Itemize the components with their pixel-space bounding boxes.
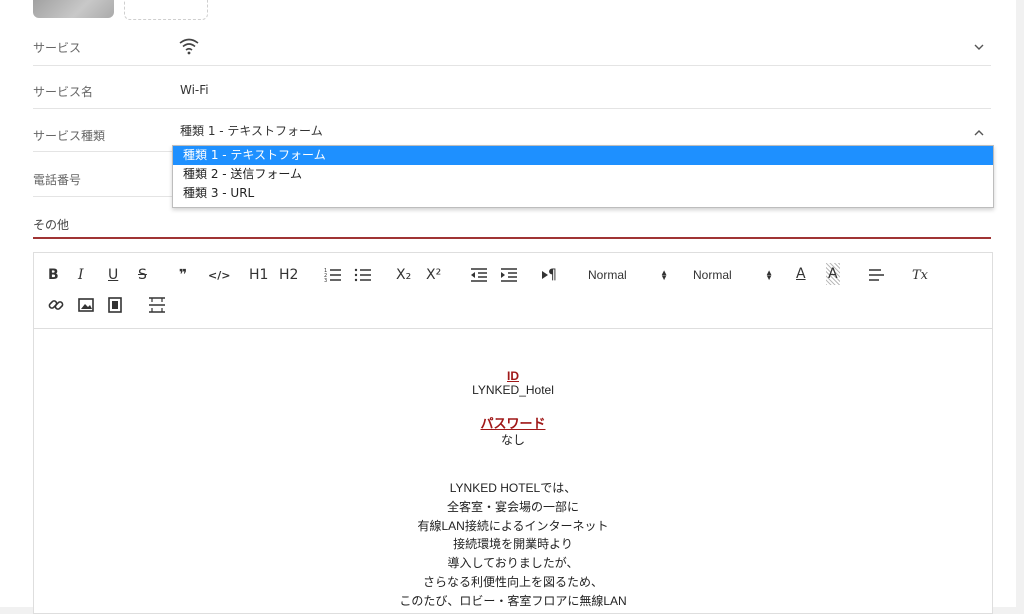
text-direction-label: ¶ — [548, 267, 557, 283]
text-direction-button[interactable]: ¶ — [542, 264, 557, 286]
h2-button[interactable]: H2 — [279, 264, 298, 286]
form-panel: サービス サービス名 Wi-Fi サービス種類 種類 1 - テキストフォーム … — [0, 0, 1016, 614]
blockquote-button[interactable]: ❞ — [179, 264, 187, 286]
font-select-label: Normal — [588, 268, 627, 282]
other-underline — [33, 237, 991, 239]
svg-text:3: 3 — [324, 278, 327, 283]
chevron-up-icon[interactable] — [973, 127, 985, 139]
paragraph-line: LYNKED HOTELでは、 — [449, 481, 577, 495]
select-arrows-icon: ▲ ▼ — [765, 268, 773, 282]
bullet-list-icon[interactable] — [354, 264, 372, 286]
chevron-down-icon[interactable] — [973, 41, 985, 53]
background-color-button[interactable]: A — [826, 263, 840, 285]
password-value: なし — [500, 433, 525, 447]
editor-toolbar: B I U S ❞ </> H1 H2 123 X₂ X² ¶ Normal ▲… — [34, 253, 992, 329]
service-label: サービス — [33, 41, 82, 55]
service-name-row: サービス名 Wi-Fi — [33, 66, 991, 109]
dropdown-option-type2[interactable]: 種類 2 - 送信フォーム — [173, 165, 993, 184]
password-heading-text: パスワード — [480, 416, 546, 431]
outdent-icon[interactable] — [470, 264, 488, 286]
rich-text-editor: B I U S ❞ </> H1 H2 123 X₂ X² ¶ Normal ▲… — [33, 252, 993, 614]
service-type-select[interactable]: 種類 1 - テキストフォーム — [180, 122, 323, 139]
divider-icon[interactable] — [148, 294, 166, 316]
subscript-button[interactable]: X₂ — [396, 264, 411, 286]
service-row[interactable]: サービス — [33, 30, 991, 66]
paragraph-line: 接続環境を開業時より — [453, 537, 573, 551]
phone-label: 電話番号 — [33, 173, 82, 187]
id-heading-text: ID — [507, 369, 519, 383]
editor-content[interactable]: ID LYNKED_Hotel パスワード なし LYNKED HOTELでは、… — [34, 329, 992, 613]
strike-button[interactable]: S — [138, 264, 147, 286]
align-icon[interactable] — [868, 264, 884, 286]
italic-button[interactable]: I — [78, 264, 84, 286]
h1-button[interactable]: H1 — [249, 264, 268, 286]
link-icon[interactable] — [48, 294, 64, 316]
font-select[interactable]: Normal ▲ ▼ — [588, 264, 668, 286]
bold-button[interactable]: B — [48, 264, 59, 286]
clean-format-label: Tx — [912, 267, 929, 283]
dropdown-option-type3[interactable]: 種類 3 - URL — [173, 184, 993, 203]
text-color-button[interactable]: A — [796, 263, 806, 285]
paragraph-line: さらなる利便性向上を図るため、 — [422, 575, 603, 589]
size-select-label: Normal — [693, 268, 732, 282]
select-arrows-icon: ▲ ▼ — [660, 268, 668, 282]
id-value: LYNKED_Hotel — [472, 383, 554, 397]
other-label: その他 — [33, 218, 70, 232]
service-type-label: サービス種類 — [33, 129, 106, 143]
paragraph-line: このたび、ロビー・客室フロアに無線LAN — [399, 594, 627, 608]
video-icon[interactable] — [108, 294, 122, 316]
password-heading: パスワード — [34, 413, 992, 432]
id-heading: ID — [34, 369, 992, 383]
wifi-icon — [178, 37, 200, 59]
paragraph-line: 有線LAN接続によるインターネット — [417, 519, 609, 533]
ordered-list-icon[interactable]: 123 — [324, 264, 342, 286]
underline-button[interactable]: U — [108, 264, 118, 286]
paragraph-line: 全客室・宴会場の一部に — [446, 500, 579, 514]
code-button[interactable]: </> — [208, 264, 230, 286]
superscript-button[interactable]: X² — [426, 264, 441, 286]
service-name-input[interactable]: Wi-Fi — [180, 83, 209, 97]
add-image-slot[interactable] — [124, 0, 208, 20]
service-type-dropdown[interactable]: 種類 1 - テキストフォーム 種類 2 - 送信フォーム 種類 3 - URL — [172, 145, 994, 208]
clean-format-button[interactable]: Tx — [912, 264, 928, 286]
size-select[interactable]: Normal ▲ ▼ — [693, 264, 773, 286]
service-name-label: サービス名 — [33, 85, 94, 99]
dropdown-option-type1[interactable]: 種類 1 - テキストフォーム — [173, 146, 993, 165]
image-icon[interactable] — [78, 294, 94, 316]
image-thumbnail[interactable] — [33, 0, 114, 18]
indent-icon[interactable] — [500, 264, 518, 286]
paragraph-line: 導入しておりましたが、 — [447, 556, 579, 570]
